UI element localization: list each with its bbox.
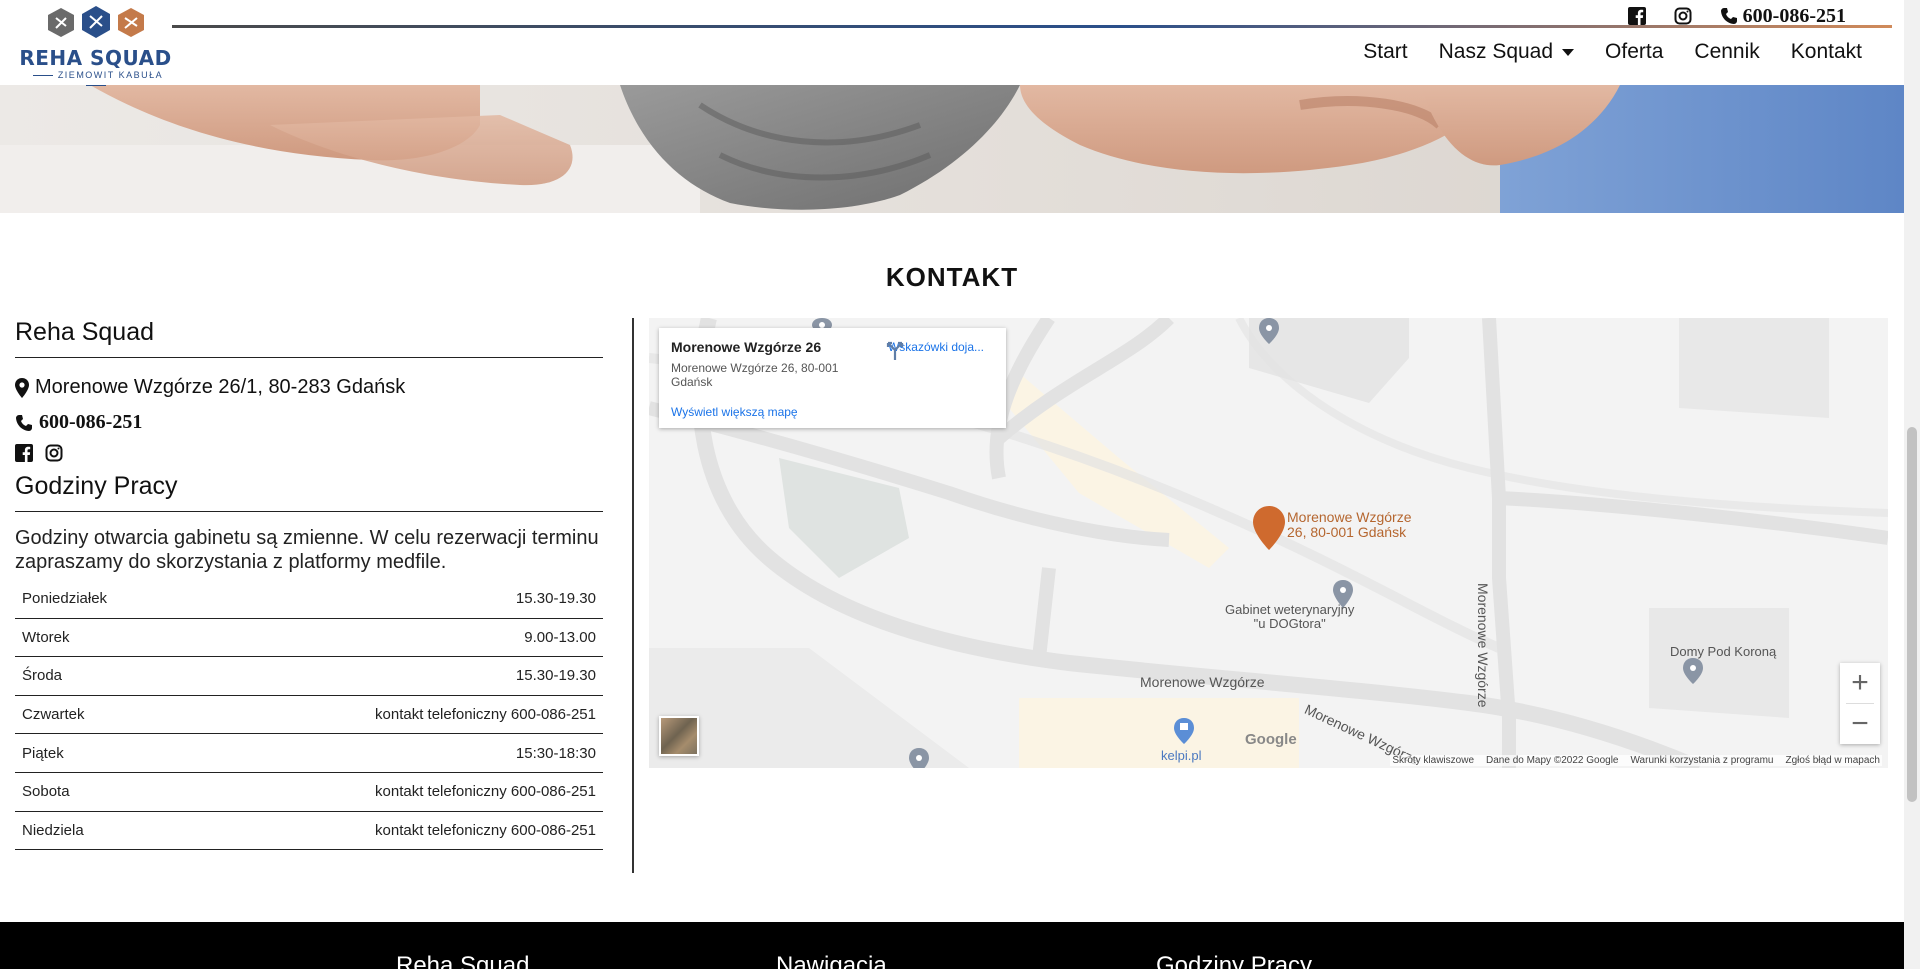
hours-description: Godziny otwarcia gabinetu są zmienne. W … (15, 527, 599, 573)
hero-photo-illustration (0, 85, 1904, 213)
nav-oferta[interactable]: Oferta (1605, 40, 1663, 64)
hours-day: Wtorek (22, 628, 70, 646)
map-info-card: Morenowe Wzgórze 26 Morenowe Wzgórze 26,… (659, 328, 1006, 428)
phone-number: 600-086-251 (39, 411, 143, 433)
phone-icon (16, 414, 32, 431)
zoom-in-button[interactable]: + (1840, 663, 1880, 703)
site-footer: Reha Squad Nawigacja Godziny Pracy (0, 922, 1904, 969)
hours-row: Wtorek 9.00-13.00 (15, 619, 603, 658)
logo[interactable]: REHA SQUAD ZIEMOWIT KABUŁA (18, 4, 173, 82)
chevron-down-icon (1562, 48, 1575, 56)
nav-kontakt[interactable]: Kontakt (1791, 40, 1862, 64)
keyboard-shortcuts-link[interactable]: Skróty klawiszowe (1392, 755, 1474, 766)
hours-day: Czwartek (22, 706, 85, 724)
social-links (15, 444, 603, 462)
footer-heading-company: Reha Squad (396, 952, 530, 969)
map-zoom-controls: + − (1840, 663, 1880, 744)
hours-row: Środa 15.30-19.30 (15, 657, 603, 696)
company-heading: Reha Squad (15, 318, 603, 358)
facebook-icon[interactable] (1627, 7, 1646, 25)
top-phone-number: 600-086-251 (1742, 4, 1846, 27)
instagram-icon[interactable] (45, 444, 63, 462)
nav-start-label: Start (1363, 40, 1408, 63)
hours-row: Sobota kontakt telefoniczny 600-086-251 (15, 773, 603, 812)
section-title: KONTAKT (885, 262, 1019, 292)
street-label-3: Morenowe Wzgórze (1475, 583, 1491, 708)
hours-row: Poniedziałek 15.30-19.30 (15, 580, 603, 619)
directions-link[interactable]: Wskazówki doja... (886, 340, 986, 360)
facebook-icon[interactable] (15, 444, 33, 462)
hours-time: kontakt telefoniczny 600-086-251 (375, 783, 596, 801)
hours-day: Poniedziałek (22, 590, 108, 608)
phone-link[interactable]: 600-086-251 (15, 411, 603, 434)
page-scrollbar[interactable] (1904, 0, 1920, 969)
top-contact-bar: 600-086-251 (1627, 4, 1846, 28)
hours-row: Piątek 15:30-18:30 (15, 734, 603, 773)
nav-nasz-squad-dropdown[interactable]: Nasz Squad (1438, 40, 1575, 64)
street-label-1: Morenowe Wzgórze (1140, 674, 1265, 690)
map-attribution: Skróty klawiszowe Dane do Mapy ©2022 Goo… (1390, 755, 1882, 766)
zoom-out-button[interactable]: − (1840, 704, 1880, 744)
nav-start[interactable]: Start (1363, 40, 1407, 64)
phone-icon (1720, 8, 1737, 24)
scrollbar-thumb[interactable] (1907, 427, 1917, 802)
directions-icon (886, 341, 904, 360)
poi-domy-label: Domy Pod Koroną (1670, 644, 1777, 659)
hours-day: Niedziela (22, 821, 84, 839)
hours-row: Niedziela kontakt telefoniczny 600-086-25… (15, 812, 603, 851)
map-card-address: Morenowe Wzgórze 26, 80-001 Gdańsk (671, 361, 839, 389)
hours-row: Czwartek kontakt telefoniczny 600-086-251 (15, 696, 603, 735)
top-phone-link[interactable]: 600-086-251 (1720, 5, 1846, 28)
report-error-link[interactable]: Zgłoś błąd w mapach (1786, 755, 1881, 766)
footer-heading-hours: Godziny Pracy (1156, 952, 1313, 969)
page: REHA SQUAD ZIEMOWIT KABUŁA 600-086-251 S… (0, 0, 1920, 969)
logo-title: REHA SQUAD (19, 46, 172, 70)
nav-nasz-squad-label: Nasz Squad (1438, 40, 1554, 63)
google-map[interactable]: Morenowe Wzgórze 26, 80-001 Gdańsk Gabin… (649, 318, 1888, 768)
main-nav: Start Nasz Squad Oferta Cennik Kontakt (1363, 40, 1862, 64)
poi-vet-line2: "u DOGtora" (1253, 616, 1326, 631)
nav-cennik[interactable]: Cennik (1694, 40, 1759, 64)
map-marker-icon (15, 377, 29, 398)
marker-label-line1: Morenowe Wzgórze (1287, 509, 1412, 525)
address-text: Morenowe Wzgórze 26/1, 80-283 Gdańsk (35, 376, 406, 398)
poi-vet-line1: Gabinet weterynaryjny (1225, 602, 1355, 617)
contact-column: Reha Squad Morenowe Wzgórze 26/1, 80-283… (15, 318, 603, 851)
marker-label: Morenowe Wzgórze 26, 80-001 Gdańsk (1287, 510, 1412, 540)
hours-time: kontakt telefoniczny 600-086-251 (375, 821, 596, 839)
hours-day: Sobota (22, 783, 70, 801)
terms-link[interactable]: Warunki korzystania z programu (1630, 755, 1773, 766)
nav-cennik-label: Cennik (1694, 40, 1760, 63)
address-line: Morenowe Wzgórze 26/1, 80-283 Gdańsk (15, 376, 603, 399)
hero-image (0, 85, 1904, 213)
hours-time: 15:30-18:30 (515, 744, 596, 762)
nav-kontakt-label: Kontakt (1790, 40, 1862, 63)
google-logo: Google (1245, 731, 1297, 748)
hours-day: Środa (22, 667, 63, 685)
poi-vet-label: Gabinet weterynaryjny "u DOGtora" (1225, 603, 1354, 631)
map-data-text: Dane do Mapy ©2022 Google (1486, 755, 1619, 766)
hours-table: Poniedziałek 15.30-19.30 Wtorek 9.00-13.00… (15, 580, 603, 851)
logo-subtitle: ZIEMOWIT KABUŁA (18, 70, 173, 90)
hours-day: Piątek (22, 744, 64, 762)
site-header: REHA SQUAD ZIEMOWIT KABUŁA 600-086-251 S… (0, 0, 1904, 85)
logo-cubes-icon (48, 6, 144, 38)
nav-oferta-label: Oferta (1605, 40, 1664, 63)
hours-time: 15.30-19.30 (515, 667, 596, 685)
poi-pin-bottom-icon[interactable] (909, 748, 929, 768)
poi-kelpi-label: kelpi.pl (1161, 748, 1202, 763)
marker-label-line2: 26, 80-001 Gdańsk (1287, 524, 1407, 540)
hours-time: 15.30-19.30 (515, 590, 596, 608)
hours-time: kontakt telefoniczny 600-086-251 (375, 706, 596, 724)
instagram-icon[interactable] (1674, 7, 1692, 25)
column-divider (632, 318, 634, 873)
footer-heading-nav: Nawigacja (776, 952, 887, 969)
larger-map-link[interactable]: Wyświetl większą mapę (671, 405, 798, 419)
hours-time: 9.00-13.00 (524, 628, 596, 646)
hours-heading: Godziny Pracy (15, 472, 603, 512)
satellite-toggle[interactable] (659, 716, 699, 756)
